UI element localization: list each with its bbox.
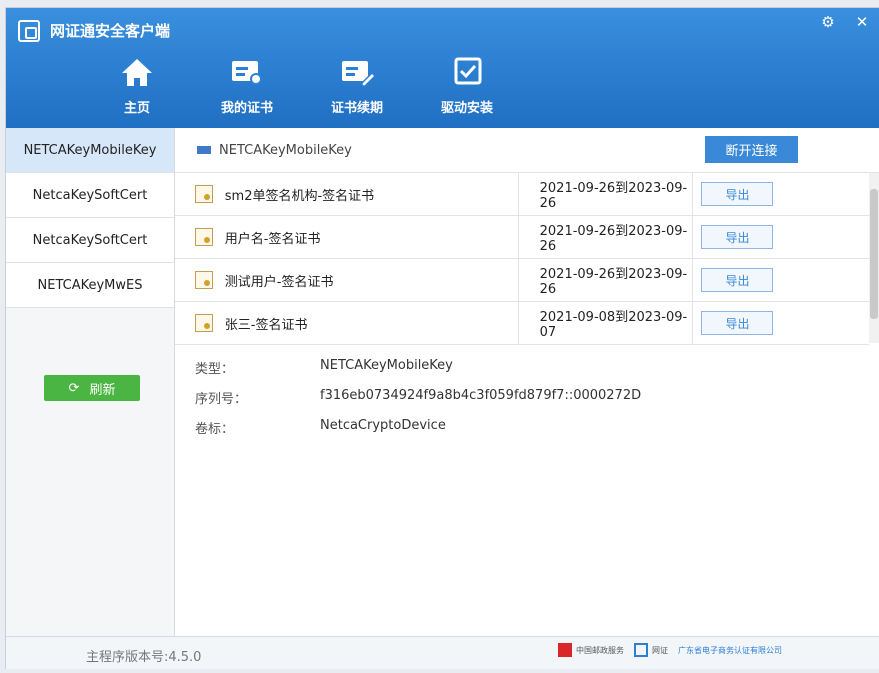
cert-name: 张三-签名证书 <box>224 317 308 333</box>
netca-logo: 网证 <box>634 643 668 657</box>
cert-validity: 2021-09-26到2023-09-26 <box>517 259 693 301</box>
sidebar-item-label: NetcaKeySoftCert <box>32 232 148 248</box>
cert-name: sm2单签名机构-签名证书 <box>224 188 375 204</box>
home-icon <box>118 53 156 91</box>
nav-home-label: 主页 <box>123 101 150 116</box>
export-button[interactable]: 导出 <box>701 225 774 249</box>
info-volume-value: NetcaCryptoDevice <box>320 418 446 433</box>
gdca-logo: 广东省电子商务认证有限公司 <box>678 645 782 655</box>
nav-home[interactable]: 主页 <box>82 53 192 123</box>
sidebar-item-netcakeymwes[interactable]: NETCAKeyMwES <box>6 263 174 308</box>
cert-table: sm2单签名机构-签名证书 2021-09-26到2023-09-26 导出 用… <box>175 173 869 345</box>
export-button[interactable]: 导出 <box>701 268 774 292</box>
nav-cert-renew[interactable]: 证书续期 <box>302 53 412 123</box>
cert-content-panel: NETCAKeyMobileKey 断开连接 sm2单签名机构-签名证书 202… <box>175 128 879 636</box>
window-controls: ⚙ ✕ <box>811 8 879 36</box>
device-name: NETCAKeyMobileKey <box>219 142 352 158</box>
certificate-icon <box>195 228 213 246</box>
title-bar: 网证通安全客户端 ⚙ ✕ 主页 我的证书 证书续期 驱动安装 <box>6 8 879 128</box>
device-sidebar: NETCAKeyMobileKey NetcaKeySoftCert Netca… <box>6 128 175 636</box>
sidebar-item-netcakeymobilekey[interactable]: NETCAKeyMobileKey <box>6 128 174 173</box>
app-logo-icon <box>18 20 40 42</box>
certificate-icon <box>195 314 213 332</box>
sidebar-item-netcakeysoftcert-2[interactable]: NetcaKeySoftCert <box>6 218 174 263</box>
scrollbar-thumb[interactable] <box>870 189 878 319</box>
table-row[interactable]: 用户名-签名证书 2021-09-26到2023-09-26 导出 <box>175 216 869 259</box>
close-icon[interactable]: ✕ <box>845 8 879 36</box>
postal-logo: 中国邮政服务 <box>558 643 624 657</box>
nav-cert-renew-label: 证书续期 <box>330 101 383 116</box>
checkbox-icon <box>448 53 486 91</box>
sidebar-item-label: NetcaKeySoftCert <box>32 187 148 203</box>
info-serial-value: f316eb0734924f9a8b4c3f059fd879f7::000027… <box>320 388 642 403</box>
cert-validity: 2021-09-26到2023-09-26 <box>517 173 693 215</box>
device-info: 类型： NETCAKeyMobileKey 序列号： f316eb0734924… <box>195 358 641 448</box>
table-row[interactable]: 张三-签名证书 2021-09-08到2023-09-07 导出 <box>175 302 869 345</box>
info-type-label: 类型： <box>195 362 235 377</box>
nav-driver-install-label: 驱动安装 <box>440 101 493 116</box>
refresh-icon: ⟳ <box>68 380 80 396</box>
cert-validity: 2021-09-26到2023-09-26 <box>517 216 693 258</box>
cert-validity: 2021-09-08到2023-09-07 <box>517 302 693 344</box>
certificate-icon <box>195 185 213 203</box>
app-window: 网证通安全客户端 ⚙ ✕ 主页 我的证书 证书续期 驱动安装 NETCAKeyM… <box>6 8 879 669</box>
cert-user-icon <box>228 53 266 91</box>
app-title: 网证通安全客户端 <box>50 22 171 40</box>
certificate-icon <box>195 271 213 289</box>
export-button[interactable]: 导出 <box>701 182 774 206</box>
status-bar: 主程序版本号:4.5.0 中国邮政服务 网证 广东省电子商务认证有限公司 <box>6 636 879 669</box>
refresh-label: 刷新 <box>89 382 116 398</box>
cert-name: 用户名-签名证书 <box>224 231 321 247</box>
usb-key-icon <box>197 146 211 154</box>
info-volume-label: 卷标： <box>195 422 235 437</box>
cert-name: 测试用户-签名证书 <box>224 274 334 290</box>
export-button[interactable]: 导出 <box>701 311 774 335</box>
nav-my-certs[interactable]: 我的证书 <box>192 53 302 123</box>
refresh-button[interactable]: ⟳ 刷新 <box>44 375 140 401</box>
main-nav: 主页 我的证书 证书续期 驱动安装 <box>82 53 522 123</box>
table-row[interactable]: sm2单签名机构-签名证书 2021-09-26到2023-09-26 导出 <box>175 173 869 216</box>
disconnect-button[interactable]: 断开连接 <box>705 136 798 163</box>
device-header: NETCAKeyMobileKey 断开连接 <box>175 128 879 173</box>
nav-driver-install[interactable]: 驱动安装 <box>412 53 522 123</box>
nav-my-certs-label: 我的证书 <box>220 101 273 116</box>
info-type-value: NETCAKeyMobileKey <box>320 358 453 373</box>
table-row[interactable]: 测试用户-签名证书 2021-09-26到2023-09-26 导出 <box>175 259 869 302</box>
sidebar-item-label: NETCAKeyMwES <box>37 277 143 293</box>
sidebar-item-netcakeysoftcert-1[interactable]: NetcaKeySoftCert <box>6 173 174 218</box>
cert-list-scrollbar[interactable] <box>869 173 879 343</box>
settings-gear-icon[interactable]: ⚙ <box>811 8 845 36</box>
partner-logos: 中国邮政服务 网证 广东省电子商务认证有限公司 <box>558 643 782 657</box>
cert-renew-icon <box>338 53 377 91</box>
info-serial-label: 序列号： <box>195 392 248 407</box>
sidebar-item-label: NETCAKeyMobileKey <box>23 142 157 158</box>
version-label: 主程序版本号:4.5.0 <box>86 650 202 665</box>
